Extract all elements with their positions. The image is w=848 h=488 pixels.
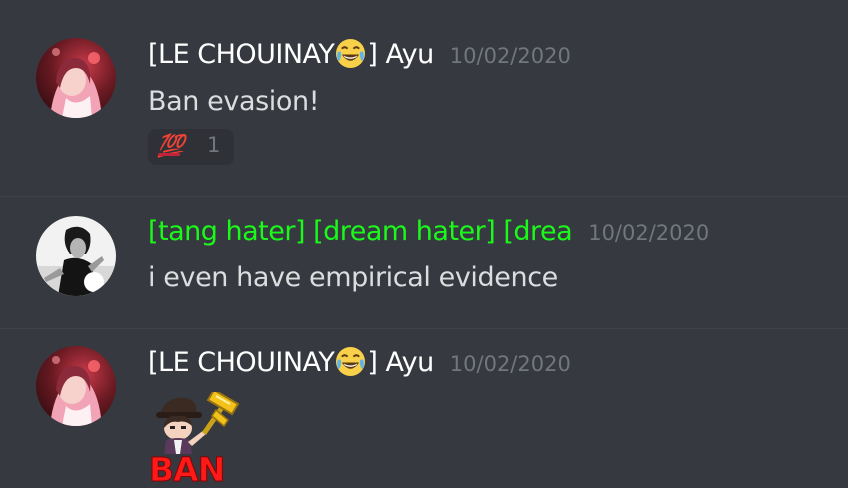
- message-text: Ban evasion!: [148, 86, 320, 117]
- username-suffix: ] Ayu: [367, 347, 434, 378]
- message-header: [LE CHOUINAY ] Ayu 10/02/2020: [148, 346, 571, 378]
- ban-hammer-sticker[interactable]: BAN: [146, 388, 246, 488]
- username-prefix: [LE CHOUINAY: [148, 39, 335, 70]
- message-header: [tang hater] [dream hater] [drea 10/02/20…: [148, 216, 709, 247]
- avatar[interactable]: [36, 38, 116, 118]
- avatar[interactable]: [36, 216, 116, 296]
- username[interactable]: [LE CHOUINAY ] Ayu: [148, 38, 434, 70]
- username[interactable]: [LE CHOUINAY ] Ayu: [148, 346, 434, 378]
- message-header: [LE CHOUINAY ] Ayu 10/02/2020: [148, 38, 571, 70]
- username[interactable]: [tang hater] [dream hater] [drea: [148, 216, 573, 247]
- message-text: i even have empirical evidence: [148, 262, 558, 293]
- timestamp: 10/02/2020: [449, 352, 571, 376]
- chat-messages: [LE CHOUINAY ] Ayu 10/02/2020 Ban evasion!…: [0, 0, 848, 488]
- joy-emoji-icon: [335, 38, 366, 69]
- divider: [0, 196, 848, 197]
- username-prefix: [LE CHOUINAY: [148, 347, 335, 378]
- sticker-text: BAN: [149, 450, 224, 484]
- timestamp: 10/02/2020: [588, 221, 710, 245]
- divider: [0, 328, 848, 329]
- timestamp: 10/02/2020: [449, 44, 571, 68]
- joy-emoji-icon: [335, 346, 366, 377]
- avatar[interactable]: [36, 346, 116, 426]
- reaction-count: 1: [207, 133, 221, 157]
- reaction-button[interactable]: 💯 1: [148, 129, 234, 165]
- hundred-points-emoji-icon: 💯: [157, 134, 184, 159]
- username-suffix: ] Ayu: [367, 39, 434, 70]
